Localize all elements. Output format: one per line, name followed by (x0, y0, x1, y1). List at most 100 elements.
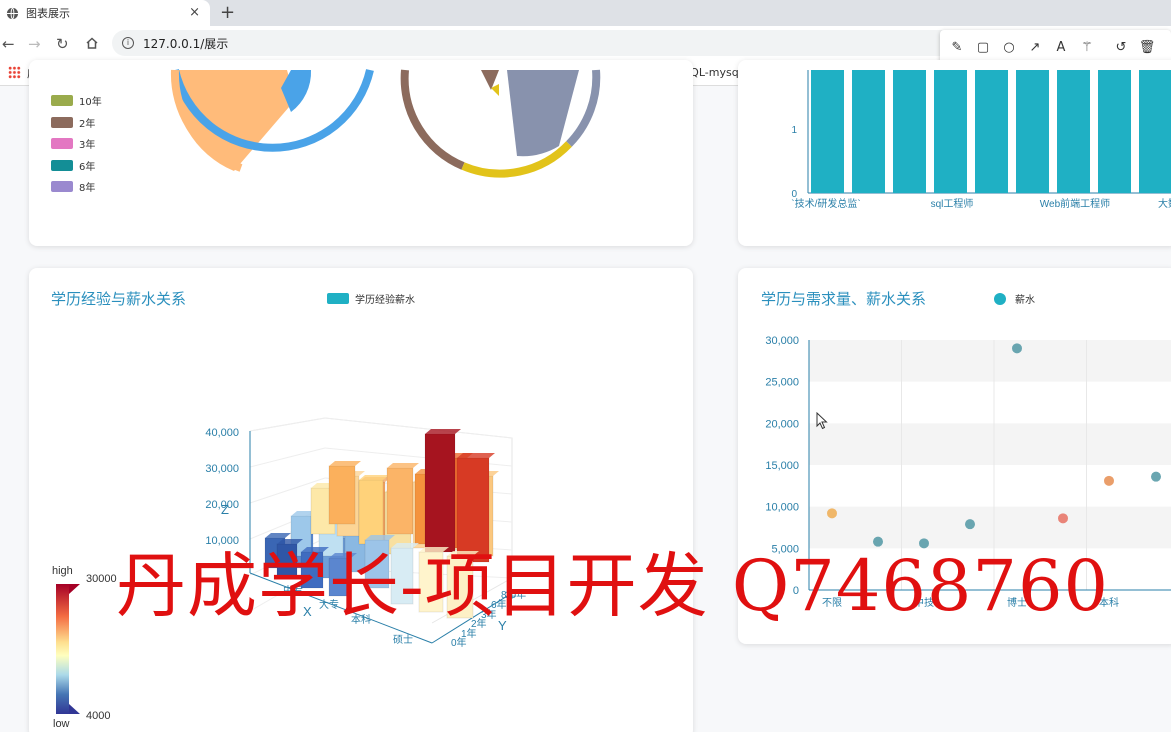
bar3d-top (265, 533, 291, 538)
visual-map-handle-top[interactable] (69, 584, 80, 594)
grid-line (249, 447, 326, 468)
bar[interactable] (1016, 70, 1049, 193)
close-tab-icon[interactable]: × (189, 5, 200, 20)
rectangle-icon[interactable]: ▢ (970, 40, 996, 55)
scatter-point[interactable] (919, 538, 929, 549)
donut-panel: 10年 2年 3年 6年 8年 (29, 60, 693, 246)
pencil-icon[interactable]: ✎ (944, 40, 970, 55)
apps-grid-icon (8, 66, 21, 79)
grid-band (809, 423, 1171, 465)
bar3d[interactable] (424, 433, 456, 553)
scatter-point[interactable] (1058, 513, 1068, 524)
grid-band (809, 506, 1171, 549)
visual-map-high-label: high (52, 565, 73, 577)
bar[interactable] (934, 70, 967, 193)
bar[interactable] (1057, 70, 1090, 193)
x-tick-label: 中专 (283, 584, 303, 597)
y-tick-label: 10年 (505, 588, 526, 601)
y-axis-name: Y (498, 618, 507, 633)
bar3d[interactable] (418, 551, 444, 613)
trash-icon[interactable]: 🗑 (1134, 40, 1160, 55)
back-icon[interactable]: ← (2, 35, 15, 53)
tab-title: 图表展示 (26, 7, 70, 20)
scatter-point[interactable] (1012, 343, 1022, 354)
bar[interactable] (893, 70, 926, 193)
x-tick-label: 博士 (1007, 596, 1027, 609)
scatter-point[interactable] (965, 519, 975, 530)
info-icon[interactable]: i (122, 37, 134, 49)
magic-wand-icon[interactable]: ⚚ (1074, 40, 1100, 55)
x-tick-label: 不限 (822, 597, 842, 609)
scatter-point[interactable] (827, 508, 837, 519)
forward-icon[interactable]: → (28, 35, 41, 53)
bar3d-top (329, 461, 361, 466)
bar[interactable] (852, 70, 885, 193)
bar3d[interactable] (456, 457, 490, 563)
address-text: 127.0.0.1/展示 (143, 36, 229, 51)
bar[interactable] (975, 70, 1008, 193)
bar[interactable] (1139, 70, 1171, 193)
arrow-icon[interactable]: ↗ (1022, 40, 1048, 55)
y-tick-label: 5,000 (771, 543, 799, 555)
navigation-bar: ← → ↻ i 127.0.0.1/展示 ✎ ▢ ○ ↗ A ⚚ ↺ 🗑 (0, 26, 1171, 64)
y-tick-label: 20,000 (765, 418, 799, 430)
scatter-point[interactable] (1104, 475, 1114, 486)
bar3d-panel: 学历经验与薪水关系 学历经验薪水 40,000 30,000 20,000 10,00… (29, 268, 693, 732)
z-axis-name: Z (221, 502, 229, 517)
bar3d[interactable] (328, 465, 356, 525)
scatter-point[interactable] (1151, 471, 1161, 482)
x-tick-label: sql工程师 (931, 197, 974, 210)
y-tick-label: 30,000 (765, 335, 799, 347)
circle-icon[interactable]: ○ (996, 40, 1022, 55)
x-tick-label: 本科 (351, 613, 371, 626)
visual-map-bar[interactable] (56, 584, 69, 714)
visual-map-low-label: low (53, 718, 70, 730)
y-tick-label: 10,000 (765, 502, 799, 514)
grid-line (324, 417, 513, 439)
donut-slice-orange (174, 70, 295, 171)
bar3d[interactable] (386, 467, 414, 535)
reload-icon[interactable]: ↻ (56, 35, 69, 53)
y-tick-label: 1 (791, 125, 797, 136)
bar3d[interactable] (358, 479, 384, 545)
text-icon[interactable]: A (1048, 40, 1074, 55)
z-tick-label: 40,000 (205, 427, 239, 439)
x-tick-label: 本科 (1099, 596, 1119, 609)
y-tick-label: 0 (793, 585, 799, 597)
y-tick-label: 15,000 (765, 460, 799, 472)
bar3d[interactable] (328, 557, 352, 597)
bar3d[interactable] (390, 547, 414, 605)
globe-icon (6, 7, 19, 19)
undo-icon[interactable]: ↺ (1108, 40, 1134, 55)
x-tick-label: Web前端工程师 (1040, 197, 1110, 210)
browser-tab[interactable]: 图表展示 × (0, 0, 210, 26)
donut2-ring-brown (400, 69, 465, 170)
x-axis-name: X (303, 604, 312, 619)
bar3d[interactable] (446, 555, 474, 619)
y-tick-label: 25,000 (765, 377, 799, 389)
grid-line (249, 417, 326, 432)
bar[interactable] (1098, 70, 1131, 193)
bar3d[interactable] (300, 551, 324, 589)
new-tab-button[interactable]: + (220, 2, 235, 23)
scatter-panel: 学历与需求量、薪水关系 薪水 30,000 25,000 20,000 15,000 1… (738, 268, 1171, 644)
bar3d[interactable] (364, 539, 390, 589)
bar3d[interactable] (276, 543, 298, 579)
donut-charts (170, 69, 601, 178)
bar3d-top (425, 429, 461, 434)
x-tick-label: 大数 (1158, 197, 1171, 210)
bar[interactable] (811, 70, 844, 193)
x-tick-label: 硕士 (393, 633, 413, 646)
x-tick-label: `技术/研发总监` (791, 197, 860, 210)
visual-map-max: 30000 (86, 573, 117, 585)
bar3d-top (387, 463, 419, 468)
visual-map-handle-bottom[interactable] (69, 704, 80, 714)
bar-panel: 01`技术/研发总监`sql工程师Web前端工程师大数 (738, 60, 1171, 246)
home-icon[interactable] (85, 36, 99, 50)
mouse-cursor-icon (816, 412, 828, 430)
scatter-point[interactable] (873, 536, 883, 547)
annotation-toolbar: ✎ ▢ ○ ↗ A ⚚ ↺ 🗑 (940, 30, 1171, 64)
z-tick-label: 30,000 (205, 463, 239, 475)
scatter-chart: 30,000 25,000 20,000 15,000 10,000 5,000 0 不限 中技… (765, 335, 1171, 609)
tab-strip: 图表展示 × + (0, 0, 1171, 26)
